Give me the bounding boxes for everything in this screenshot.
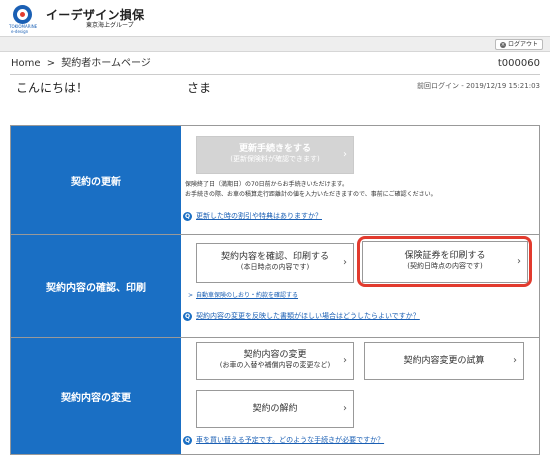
breadcrumb: Home > 契約者ホームページ bbox=[11, 58, 154, 70]
faq-text[interactable]: 車を買い替える予定です。どのような手続きが必要ですか？ bbox=[196, 435, 384, 445]
logout-icon: × bbox=[499, 41, 506, 48]
section-label-renewal: 契約の更新 bbox=[11, 126, 181, 234]
button-label: 契約内容の変更 bbox=[243, 350, 307, 360]
change-estimate-button[interactable]: 契約内容変更の試算 › bbox=[364, 342, 524, 380]
logout-button[interactable]: × ログアウト bbox=[494, 39, 543, 50]
faq-text[interactable]: 契約内容の変更を反映した書類がほしい場合はどうしたらよいですか？ bbox=[196, 311, 420, 321]
renewal-button-sublabel: (更新保険料が確認できます) bbox=[230, 155, 320, 163]
button-label: 契約の解約 bbox=[252, 404, 298, 414]
top-bar: × ログアウト bbox=[0, 36, 550, 52]
highlight-annotation bbox=[357, 236, 532, 287]
faq-link-change[interactable]: Q 車を買い替える予定です。どのような手続きが必要ですか？ bbox=[183, 435, 384, 445]
breadcrumb-home[interactable]: Home bbox=[11, 58, 41, 69]
button-sublabel: (お車の入替や補償内容の変更など) bbox=[219, 361, 331, 369]
user-id: t000060 bbox=[497, 58, 540, 69]
breadcrumb-current: 契約者ホームページ bbox=[61, 58, 151, 69]
faq-text[interactable]: 更新した時の割引や特典はありますか？ bbox=[196, 211, 322, 221]
logo-icon[interactable] bbox=[13, 5, 32, 24]
divider bbox=[10, 74, 540, 75]
honorific: さま bbox=[187, 81, 212, 95]
section-label-change: 契約内容の変更 bbox=[11, 338, 181, 454]
button-sublabel: (本日時点の内容です) bbox=[240, 263, 310, 271]
faq-link-renewal[interactable]: Q 更新した時の割引や特典はありますか？ bbox=[183, 211, 322, 221]
renewal-note-2: お手続きの際、お車の積算走行距離計の値を入力いただきますので、事前にご確認くださ… bbox=[185, 191, 437, 198]
question-icon: Q bbox=[183, 435, 192, 445]
button-label: 契約内容変更の試算 bbox=[403, 356, 485, 366]
chevron-right-icon: › bbox=[343, 355, 347, 366]
brand-name[interactable]: イーデザイン損保 bbox=[46, 9, 144, 21]
chevron-right-icon: › bbox=[343, 257, 347, 268]
renewal-button[interactable]: 更新手続きをする (更新保険料が確認できます) › bbox=[196, 136, 354, 174]
section-label-confirm: 契約内容の確認、印刷 bbox=[11, 235, 181, 337]
question-icon: Q bbox=[183, 211, 192, 221]
chevron-right-icon: › bbox=[343, 403, 347, 414]
chevron-right-icon: > bbox=[188, 292, 194, 299]
policy-terms-link[interactable]: 自動車保険のしおり・約款を確認する bbox=[196, 292, 298, 300]
chevron-right-icon: › bbox=[513, 355, 517, 366]
button-label: 契約内容を確認、印刷する bbox=[220, 252, 329, 262]
view-print-contract-button[interactable]: 契約内容を確認、印刷する (本日時点の内容です) › bbox=[196, 243, 354, 283]
site-header: TOKIOMARINE e-design イーデザイン損保 東京海上グループ bbox=[0, 0, 550, 36]
breadcrumb-separator: > bbox=[46, 58, 56, 69]
change-contract-button[interactable]: 契約内容の変更 (お車の入替や補償内容の変更など) › bbox=[196, 342, 354, 380]
brand-subtitle: 東京海上グループ bbox=[86, 22, 134, 29]
chevron-right-icon: › bbox=[343, 149, 347, 160]
greeting: こんにちは！ bbox=[16, 81, 89, 95]
last-login: 前回ログイン - 2019/12/19 15:21:03 bbox=[417, 82, 540, 90]
logout-label: ログアウト bbox=[507, 41, 538, 48]
cancel-contract-button[interactable]: 契約の解約 › bbox=[196, 390, 354, 428]
logo-text-en-2: e-design bbox=[11, 29, 29, 34]
renewal-button-label: 更新手続きをする bbox=[238, 144, 311, 154]
faq-link-confirm[interactable]: Q 契約内容の変更を反映した書類がほしい場合はどうしたらよいですか？ bbox=[183, 311, 420, 321]
question-icon: Q bbox=[183, 311, 192, 321]
renewal-note-1: 保険終了日（満期日）の70日前からお手続きいただけます。 bbox=[185, 181, 349, 188]
